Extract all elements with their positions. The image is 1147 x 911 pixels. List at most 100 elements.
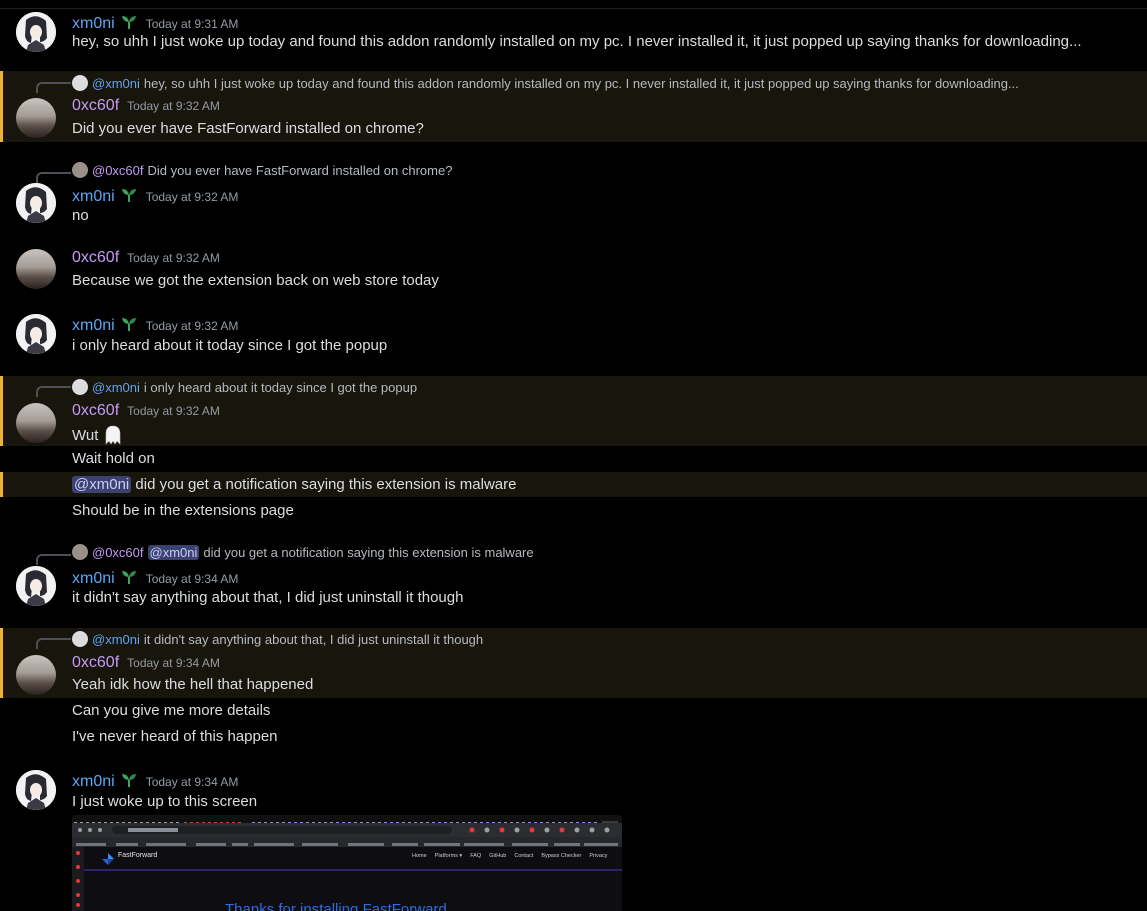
ghost-emoji-icon: [102, 424, 124, 446]
avatar[interactable]: [16, 314, 56, 354]
username[interactable]: xm0ni: [72, 773, 115, 791]
website-nav-link: GitHub: [489, 853, 507, 859]
website-nav-link: Privacy: [589, 853, 608, 859]
timestamp: Today at 9:34 AM: [145, 572, 239, 586]
reply-spine: [36, 386, 71, 397]
username[interactable]: xm0ni: [72, 188, 115, 206]
browser-side-panel: [72, 847, 84, 911]
reply-preview[interactable]: @xm0ni i only heard about it today since…: [72, 379, 417, 395]
website-nav-link: Home: [412, 853, 427, 859]
timestamp: Today at 9:32 AM: [127, 251, 220, 265]
message-text: Because we got the extension back on web…: [72, 272, 439, 289]
message-item-highlighted: @xm0ni hey, so uhh I just woke up today …: [0, 71, 1147, 142]
message-text: Wut: [72, 426, 99, 444]
reply-spine: [36, 638, 71, 649]
timestamp: Today at 9:32 AM: [145, 190, 239, 204]
website-brand: FastForward: [118, 852, 158, 859]
user-mention[interactable]: @xm0ni: [72, 476, 132, 493]
leaf-badge-icon: [120, 14, 138, 30]
message-text: Should be in the extensions page: [72, 502, 294, 519]
leaf-badge-icon: [120, 569, 138, 585]
avatar[interactable]: [16, 770, 56, 810]
website-nav-link: FAQ: [470, 853, 482, 859]
message-item: xm0ni Today at 9:32 AM i only heard abou…: [0, 310, 1147, 366]
reply-text: did you get a notification saying this e…: [203, 544, 534, 560]
user-mention[interactable]: @xm0ni: [147, 544, 200, 560]
message-text: it didn't say anything about that, I did…: [72, 589, 464, 606]
avatar[interactable]: [16, 566, 56, 606]
website-nav-link: Contact: [514, 853, 534, 859]
username[interactable]: xm0ni: [72, 317, 115, 335]
browser-bookmarks-bar: [72, 837, 622, 847]
message-text: Can you give me more details: [72, 702, 271, 719]
reply-text: hey, so uhh I just woke up today and fou…: [143, 75, 1019, 91]
website-navbar: FastForward Home Platforms ▾ FAQ GitHub …: [84, 847, 622, 871]
reply-preview[interactable]: @0xc60f Did you ever have FastForward in…: [72, 162, 452, 178]
reply-author[interactable]: @xm0ni: [92, 380, 140, 395]
reply-text: Did you ever have FastForward installed …: [147, 162, 453, 178]
timestamp: Today at 9:31 AM: [145, 17, 239, 31]
username[interactable]: xm0ni: [72, 570, 115, 588]
message-item: xm0ni Today at 9:31 AM hey, so uhh I jus…: [0, 8, 1147, 64]
message-item-highlighted: @xm0ni it didn't say anything about that…: [0, 628, 1147, 698]
website-nav-link: Platforms ▾: [434, 853, 463, 859]
avatar[interactable]: [16, 249, 56, 289]
reply-preview[interactable]: @0xc60f @xm0ni did you get a notificatio…: [72, 544, 534, 560]
message-text: I just woke up to this screen: [72, 793, 258, 810]
message-text: no: [72, 207, 89, 224]
reply-author[interactable]: @0xc60f: [92, 545, 144, 560]
avatar[interactable]: [16, 12, 56, 52]
timestamp: Today at 9:32 AM: [127, 404, 220, 418]
message-text-row: @xm0ni did you get a notification saying…: [72, 476, 516, 493]
website-page: FastForward Home Platforms ▾ FAQ GitHub …: [84, 847, 622, 911]
reply-preview[interactable]: @xm0ni hey, so uhh I just woke up today …: [72, 75, 1019, 91]
message-text: did you get a notification saying this e…: [135, 476, 517, 493]
timestamp: Today at 9:34 AM: [145, 775, 239, 789]
message-text: I've never heard of this happen: [72, 728, 278, 745]
message-item: 0xc60f Today at 9:32 AM Because we got t…: [0, 245, 1147, 301]
message-item: @0xc60f @xm0ni did you get a notificatio…: [0, 541, 1147, 611]
reply-avatar: [72, 544, 88, 560]
reply-spine: [36, 554, 71, 565]
browser-address-bar: [72, 823, 622, 837]
message-text: hey, so uhh I just woke up today and fou…: [72, 33, 1082, 50]
username[interactable]: 0xc60f: [72, 249, 119, 267]
leaf-badge-icon: [120, 187, 138, 203]
timestamp: Today at 9:34 AM: [127, 656, 220, 670]
leaf-badge-icon: [120, 316, 138, 332]
image-attachment[interactable]: FastForward Home Platforms ▾ FAQ GitHub …: [72, 815, 622, 911]
message-text: i only heard about it today since I got …: [72, 337, 388, 354]
reply-avatar: [72, 631, 88, 647]
avatar[interactable]: [16, 183, 56, 223]
username[interactable]: 0xc60f: [72, 654, 119, 672]
message-text: Yeah idk how the hell that happened: [72, 676, 314, 693]
message-item: @0xc60f Did you ever have FastForward in…: [0, 158, 1147, 228]
fastforward-logo-icon: [102, 852, 114, 865]
avatar[interactable]: [16, 403, 56, 443]
username[interactable]: 0xc60f: [72, 97, 119, 115]
reply-preview[interactable]: @xm0ni it didn't say anything about that…: [72, 631, 483, 647]
timestamp: Today at 9:32 AM: [127, 99, 220, 113]
username[interactable]: xm0ni: [72, 15, 115, 33]
reply-avatar: [72, 162, 88, 178]
reply-avatar: [72, 75, 88, 91]
reply-author[interactable]: @0xc60f: [92, 163, 144, 178]
message-item-highlighted: @xm0ni did you get a notification saying…: [0, 472, 1147, 497]
reply-author[interactable]: @xm0ni: [92, 632, 140, 647]
message-item: xm0ni Today at 9:34 AM I just woke up to…: [0, 766, 1147, 814]
message-text: Did you ever have FastForward installed …: [72, 120, 424, 137]
reply-avatar: [72, 379, 88, 395]
message-item-highlighted: @xm0ni i only heard about it today since…: [0, 376, 1147, 446]
reply-spine: [36, 82, 71, 93]
avatar[interactable]: [16, 655, 56, 695]
leaf-badge-icon: [120, 772, 138, 788]
message-text: Wait hold on: [72, 450, 155, 467]
avatar[interactable]: [16, 98, 56, 138]
username[interactable]: 0xc60f: [72, 402, 119, 420]
reply-author[interactable]: @xm0ni: [92, 76, 140, 91]
reply-spine: [36, 172, 71, 183]
website-nav-link: Bypass Checker: [541, 853, 582, 859]
reply-text: it didn't say anything about that, I did…: [143, 631, 484, 647]
website-nav-links: Home Platforms ▾ FAQ GitHub Contact Bypa…: [412, 853, 607, 859]
message-text-row: Wut: [72, 424, 124, 446]
